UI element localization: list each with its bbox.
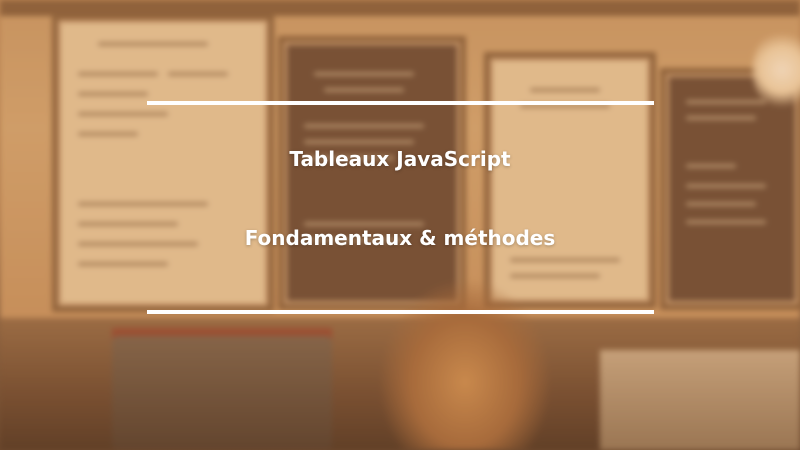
thumbnail-banner: Tableaux JavaScript Fondamentaux & métho… <box>0 0 800 450</box>
top-divider-line <box>147 101 654 105</box>
bottom-divider-line <box>147 310 654 314</box>
title-line-2: Fondamentaux & méthodes <box>244 226 556 250</box>
title-line-1: Tableaux JavaScript <box>289 147 511 171</box>
